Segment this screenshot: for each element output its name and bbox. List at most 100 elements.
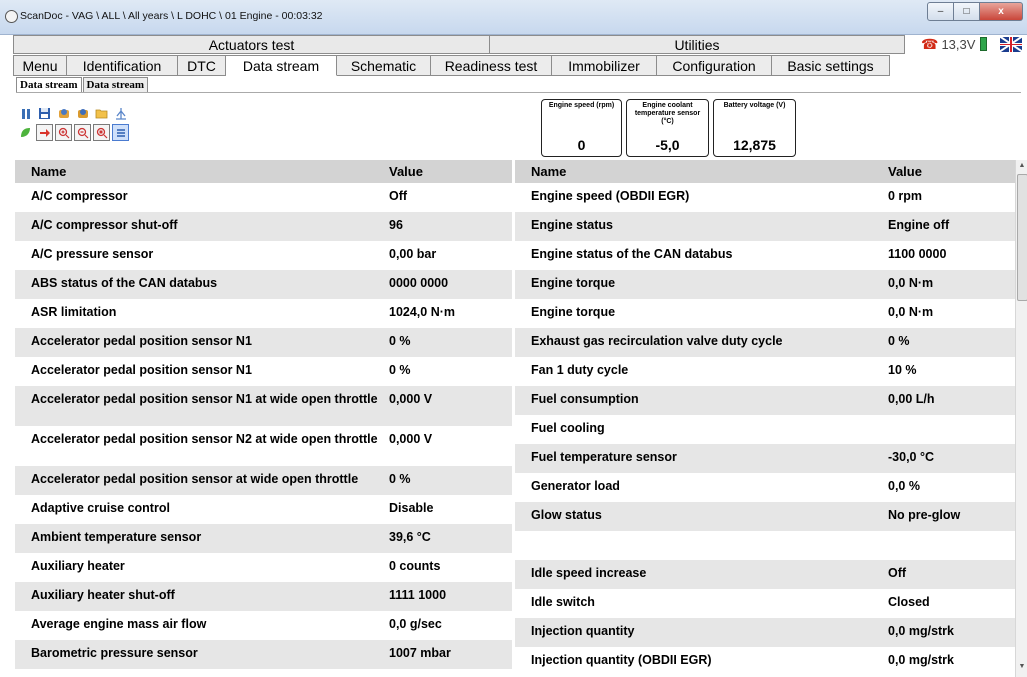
table-row[interactable]: Engine status of the CAN databus 1100 000…	[515, 241, 1015, 270]
list-view-icon[interactable]	[112, 124, 129, 141]
row-value: 0,0 N·m	[888, 276, 934, 290]
scroll-up-icon[interactable]: ▲	[1016, 160, 1027, 172]
engine-speed-gauge[interactable]: Engine speed (rpm) 0	[541, 99, 622, 157]
battery-voltage-gauge[interactable]: Battery voltage (V) 12,875	[713, 99, 796, 157]
tab-basic-settings[interactable]: Basic settings	[772, 55, 890, 76]
row-name: Engine torque	[531, 276, 616, 290]
status-area: ☎ 13,3V	[921, 35, 1023, 53]
table-row[interactable]: Engine status Engine off	[515, 212, 1015, 241]
export-icon[interactable]	[36, 124, 53, 141]
title-bar: ScanDoc - VAG \ ALL \ All years \ L DOHC…	[0, 0, 1027, 35]
table-row[interactable]: Auxiliary heater 0 counts	[15, 553, 512, 582]
tab-schematic[interactable]: Schematic	[337, 55, 431, 76]
tab-configuration[interactable]: Configuration	[657, 55, 772, 76]
scroll-down-icon[interactable]: ▼	[1016, 661, 1027, 673]
row-value: No pre-glow	[888, 508, 961, 522]
table-row[interactable]: Exhaust gas recirculation valve duty cyc…	[515, 328, 1015, 357]
gauge-value: 12,875	[733, 137, 776, 153]
subtab-data-stream-1[interactable]: Data stream	[16, 77, 82, 93]
table-row[interactable]: Fan 1 duty cycle 10 %	[515, 357, 1015, 386]
row-value: 0 %	[888, 334, 910, 348]
table-row[interactable]: A/C compressor shut-off 96	[15, 212, 512, 241]
column-header-name[interactable]: Name	[515, 164, 888, 179]
table-row[interactable]: Engine torque 0,0 N·m	[515, 270, 1015, 299]
table-row[interactable]: Injection quantity (OBDII EGR) 0,0 mg/str…	[515, 647, 1015, 676]
maximize-button[interactable]: □	[954, 2, 980, 21]
tab-identification[interactable]: Identification	[67, 55, 178, 76]
column-header-value[interactable]: Value	[389, 164, 512, 179]
coolant-temperature-gauge[interactable]: Engine coolant temperature sensor (°C) -…	[626, 99, 709, 157]
row-name: Accelerator pedal position sensor N2 at …	[31, 432, 378, 446]
leaf-icon[interactable]	[17, 124, 34, 141]
column-header-value[interactable]: Value	[888, 164, 1015, 179]
window-title: ScanDoc - VAG \ ALL \ All years \ L DOHC…	[20, 10, 323, 22]
table-row[interactable]: Injection quantity 0,0 mg/strk	[515, 618, 1015, 647]
uk-flag-icon[interactable]	[1000, 36, 1023, 52]
table-row[interactable]: Engine torque 0,0 N·m	[515, 299, 1015, 328]
row-name: ABS status of the CAN databus	[31, 276, 218, 290]
row-value: 1007 mbar	[389, 646, 451, 660]
table-row[interactable]: Glow status No pre-glow	[515, 502, 1015, 531]
tab-readiness-test[interactable]: Readiness test	[431, 55, 552, 76]
row-value	[888, 531, 1015, 560]
row-name: Auxiliary heater shut-off	[31, 588, 175, 602]
table-row[interactable]: Idle speed increase Off	[515, 560, 1015, 589]
table-row[interactable]: Auxiliary heater shut-off 1111 1000	[15, 582, 512, 611]
pause-icon[interactable]	[17, 105, 34, 122]
tab-menu[interactable]: Menu	[13, 55, 67, 76]
row-name: A/C compressor shut-off	[31, 218, 178, 232]
folder-icon[interactable]	[93, 105, 110, 122]
app-icon	[5, 10, 18, 23]
zoom-fit-icon[interactable]	[93, 124, 110, 141]
playback-icon[interactable]	[74, 105, 91, 122]
close-button[interactable]: x	[980, 2, 1023, 21]
table-row[interactable]: Accelerator pedal position sensor N1 at …	[15, 386, 512, 426]
table-row[interactable]	[515, 531, 1015, 560]
graph-icon[interactable]	[112, 105, 129, 122]
utilities-tab[interactable]: Utilities	[490, 35, 905, 54]
tab-data-stream[interactable]: Data stream	[226, 55, 337, 76]
zoom-out-icon[interactable]	[74, 124, 91, 141]
scroll-thumb[interactable]	[1017, 174, 1027, 301]
vertical-scrollbar[interactable]: ▲ ▼	[1015, 160, 1027, 677]
row-name: Idle speed increase	[531, 566, 647, 580]
table-row[interactable]: ASR limitation 1024,0 N·m	[15, 299, 512, 328]
row-name: Exhaust gas recirculation valve duty cyc…	[531, 334, 783, 348]
table-row[interactable]: Accelerator pedal position sensor N1 0 %	[15, 357, 512, 386]
table-row[interactable]: Accelerator pedal position sensor at wid…	[15, 466, 512, 495]
row-value: 0 %	[389, 472, 411, 486]
table-row[interactable]: A/C compressor Off	[15, 183, 512, 212]
save-icon[interactable]	[36, 105, 53, 122]
table-row[interactable]: Engine speed (OBDII EGR) 0 rpm	[515, 183, 1015, 212]
table-row[interactable]: Fuel cooling	[515, 415, 1015, 444]
voltage-readout: 13,3V	[941, 36, 976, 52]
tab-dtc[interactable]: DTC	[178, 55, 226, 76]
actuators-test-tab[interactable]: Actuators test	[13, 35, 490, 54]
table-row[interactable]: ABS status of the CAN databus 0000 0000	[15, 270, 512, 299]
zoom-in-icon[interactable]	[55, 124, 72, 141]
subtab-data-stream-2[interactable]: Data stream	[82, 77, 149, 93]
table-row[interactable]: A/C pressure sensor 0,00 bar	[15, 241, 512, 270]
table-row[interactable]: Barometric pressure sensor 1007 mbar	[15, 640, 512, 669]
gauge-label: Battery voltage (V)	[723, 102, 786, 109]
row-name: Engine status	[531, 218, 613, 232]
row-value: Off	[888, 566, 907, 580]
column-header-name[interactable]: Name	[15, 164, 389, 179]
subtab-divider	[16, 92, 1021, 93]
row-name: Accelerator pedal position sensor N1	[31, 363, 252, 377]
row-name: Fuel temperature sensor	[531, 450, 677, 464]
table-row[interactable]: Accelerator pedal position sensor N1 0 %	[15, 328, 512, 357]
tab-immobilizer[interactable]: Immobilizer	[552, 55, 657, 76]
table-row[interactable]: Ambient temperature sensor 39,6 °C	[15, 524, 512, 553]
table-row[interactable]: Adaptive cruise control Disable	[15, 495, 512, 524]
record-icon[interactable]	[55, 105, 72, 122]
table-row[interactable]: Fuel consumption 0,00 L/h	[515, 386, 1015, 415]
gauge-value: -5,0	[655, 137, 680, 153]
table-row[interactable]: Average engine mass air flow 0,0 g/sec	[15, 611, 512, 640]
table-row[interactable]: Fuel temperature sensor -30,0 °C	[515, 444, 1015, 473]
row-name: Accelerator pedal position sensor at wid…	[31, 472, 359, 486]
table-row[interactable]: Accelerator pedal position sensor N2 at …	[15, 426, 512, 466]
minimize-button[interactable]: –	[927, 2, 954, 21]
table-row[interactable]: Generator load 0,0 %	[515, 473, 1015, 502]
table-row[interactable]: Idle switch Closed	[515, 589, 1015, 618]
